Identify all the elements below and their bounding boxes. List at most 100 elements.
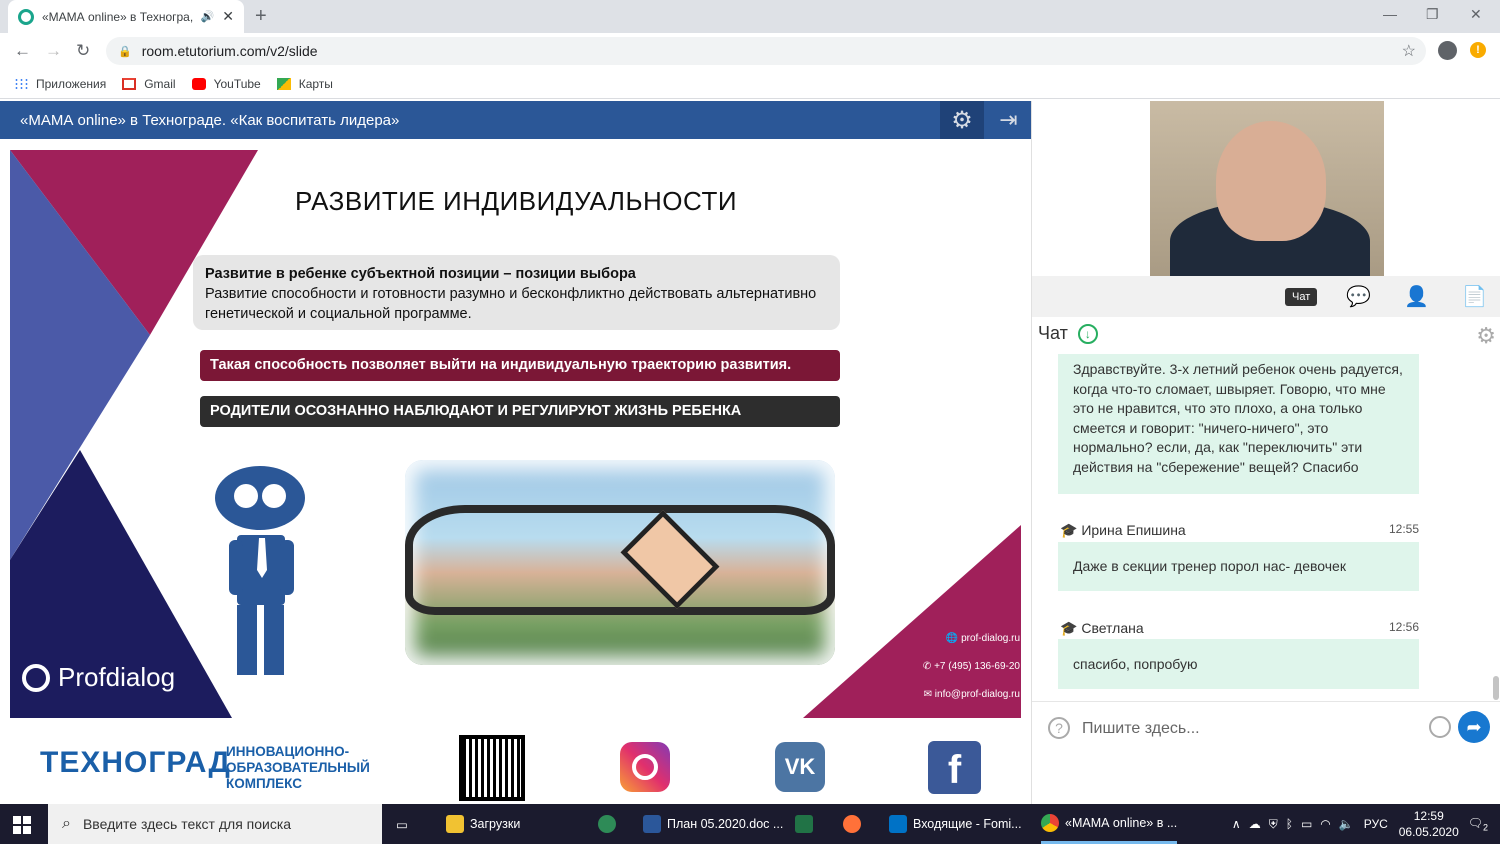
audio-playing-icon[interactable]: 🔊 — [201, 10, 215, 23]
binoculars-figure-icon — [215, 466, 305, 675]
tray-cloud-icon[interactable]: ☁ — [1249, 817, 1261, 831]
slide-title: РАЗВИТИЕ ИНДИВИДУАЛЬНОСТИ — [295, 186, 738, 216]
tray-bluetooth-icon[interactable]: ᛒ — [1286, 817, 1293, 831]
excel-icon — [795, 815, 813, 833]
tray-clock[interactable]: 12:59 06.05.2020 — [1396, 808, 1462, 840]
chat-settings-icon[interactable]: ⚙ — [1476, 323, 1496, 349]
tray-shield-icon[interactable]: ⛨ — [1269, 817, 1278, 832]
instagram-icon[interactable] — [620, 742, 670, 792]
chat-title: Чат — [1038, 323, 1068, 343]
taskbar-excel[interactable] — [795, 804, 819, 844]
taskbar-outlook[interactable]: Входящие - Fomi... — [889, 804, 1022, 844]
technograd-logo: ТЕХНОГРАД — [40, 746, 231, 779]
send-button[interactable]: ➦ — [1458, 711, 1490, 743]
close-window-icon[interactable]: ✕ — [1470, 6, 1482, 23]
slide-info-text: Развитие способности и готовности разумн… — [205, 286, 817, 322]
download-chat-icon[interactable]: ↓ — [1077, 323, 1098, 344]
chrome-icon — [1041, 813, 1059, 832]
tray-expand-icon[interactable]: ∧ — [1232, 817, 1241, 831]
technograd-sub-line: ИННОВАЦИОННО- — [226, 744, 350, 759]
browser-toolbar: ← → ↻ 🔒 room.etutorium.com/v2/slide ☆ ! — [0, 33, 1500, 69]
update-alert-icon[interactable]: ! — [1470, 42, 1486, 58]
taskbar-browser-globe[interactable] — [598, 804, 622, 844]
lock-icon: 🔒 — [118, 45, 132, 58]
browser-tab[interactable]: «МАМА online» в Техногра, 🔊 ✕ — [8, 0, 244, 33]
taskbar-word[interactable]: План 05.2020.doc ... — [643, 804, 783, 844]
bookmark-maps[interactable]: Карты — [276, 77, 333, 91]
settings-gear-icon[interactable]: ⚙ — [940, 101, 984, 139]
close-tab-icon[interactable]: ✕ — [222, 8, 234, 25]
contact-email-text: info@prof-dialog.ru — [934, 689, 1020, 700]
tray-language[interactable]: РУС — [1364, 817, 1388, 831]
chat-author: 🎓 Светлана — [1060, 620, 1144, 637]
chat-tab-icon[interactable]: 💬 — [1346, 284, 1371, 309]
chat-message-meta: 🎓 Светлана 12:56 — [1060, 620, 1419, 637]
chat-author-name: Светлана — [1081, 620, 1144, 636]
maximize-icon[interactable]: ❐ — [1426, 6, 1439, 23]
taskbar-firefox[interactable] — [843, 804, 867, 844]
emoji-icon[interactable] — [1429, 716, 1451, 738]
system-tray: ∧ ☁ ⛨ ᛒ ▭ ◠ 🔈 РУС 12:59 06.05.2020 🗨2 — [1232, 804, 1500, 844]
new-tab-button[interactable]: + — [255, 5, 267, 28]
bookmark-youtube[interactable]: YouTube — [191, 77, 261, 91]
gmail-icon — [122, 77, 137, 90]
phone-icon: ✆ — [922, 661, 935, 672]
tray-battery-icon[interactable]: ▭ — [1301, 817, 1312, 831]
clock-date: 06.05.2020 — [1398, 825, 1459, 839]
youtube-icon — [191, 77, 206, 90]
facebook-icon[interactable]: f — [928, 741, 981, 794]
profile-avatar-icon[interactable] — [1438, 41, 1457, 60]
chat-time: 12:56 — [1388, 620, 1419, 634]
outlook-icon — [889, 815, 907, 833]
help-icon[interactable]: ? — [1048, 717, 1070, 739]
forward-arrow-icon[interactable]: → — [45, 41, 62, 61]
folder-icon — [446, 815, 464, 833]
chat-message-input[interactable] — [1082, 716, 1412, 742]
contact-phone: ✆ +7 (495) 136-69-20 — [880, 653, 1020, 681]
word-icon — [643, 815, 661, 833]
chat-author: 🎓 Ирина Епишина — [1060, 522, 1186, 539]
globe-icon: 🌐 — [945, 633, 962, 644]
contact-phone-text: +7 (495) 136-69-20 — [934, 661, 1020, 672]
url-text: room.etutorium.com/v2/slide — [141, 43, 318, 59]
site-favicon-icon — [18, 8, 34, 25]
bookmarks-bar: Приложения Gmail YouTube Карты — [0, 69, 1500, 99]
files-tab-icon[interactable]: 📄 — [1462, 284, 1487, 309]
windows-start-icon[interactable] — [13, 816, 31, 834]
chat-author-name: Ирина Епишина — [1081, 522, 1186, 538]
bookmark-label: Приложения — [36, 76, 107, 91]
back-arrow-icon[interactable]: ← — [14, 41, 31, 61]
presenter-video — [1150, 101, 1384, 276]
task-view-icon[interactable]: ▭ — [396, 804, 408, 844]
reload-icon[interactable]: ↻ — [76, 41, 90, 61]
bookmark-gmail[interactable]: Gmail — [122, 77, 176, 91]
vk-icon[interactable]: VK — [775, 742, 825, 792]
chat-input-row: ? ➦ — [1032, 701, 1500, 753]
taskbar-chrome[interactable]: «МАМА online» в ... — [1041, 804, 1178, 844]
address-bar[interactable]: 🔒 room.etutorium.com/v2/slide ☆ — [106, 37, 1426, 65]
notification-count: 2 — [1482, 822, 1488, 833]
taskbar-search[interactable]: ⌕ Введите здесь текст для поиска — [48, 804, 382, 844]
bookmark-star-icon[interactable]: ☆ — [1402, 41, 1416, 61]
chat-scrollbar[interactable] — [1493, 676, 1499, 700]
graduation-cap-icon: 🎓 — [1060, 620, 1082, 636]
taskbar-item-label: «МАМА online» в ... — [1065, 815, 1178, 830]
technograd-sub-line: ОБРАЗОВАТЕЛЬНЫЙ — [226, 760, 370, 775]
exit-room-icon[interactable]: ⇥ — [986, 101, 1031, 139]
minimize-icon[interactable]: — — [1383, 6, 1397, 22]
side-panel: Чат 💬 👤 📄 Чат ↓ ⚙ Здравствуйте. 3-х летн… — [1031, 101, 1500, 804]
slide-info-box: Развитие в ребенке субъектной позиции – … — [193, 255, 840, 330]
profdialog-logo-icon — [22, 663, 50, 692]
taskbar-downloads[interactable]: Загрузки — [446, 804, 520, 844]
tray-wifi-icon[interactable]: ◠ — [1320, 817, 1330, 831]
presentation-slide: РАЗВИТИЕ ИНДИВИДУАЛЬНОСТИ Развитие в реб… — [10, 150, 1021, 718]
bookmark-apps[interactable]: Приложения — [14, 77, 106, 91]
tray-volume-icon[interactable]: 🔈 — [1339, 817, 1354, 831]
browser-tabbar: «МАМА online» в Техногра, 🔊 ✕ + — ❐ ✕ — [0, 0, 1500, 33]
slide-red-bar: Такая способность позволяет выйти на инд… — [200, 350, 840, 381]
participants-tab-icon[interactable]: 👤 — [1404, 284, 1429, 309]
technograd-sub-line: КОМПЛЕКС — [226, 776, 302, 791]
notifications-icon[interactable]: 🗨2 — [1468, 816, 1488, 832]
chat-message-meta: 🎓 Ирина Епишина 12:55 — [1060, 522, 1419, 539]
clock-time: 12:59 — [1413, 809, 1444, 823]
